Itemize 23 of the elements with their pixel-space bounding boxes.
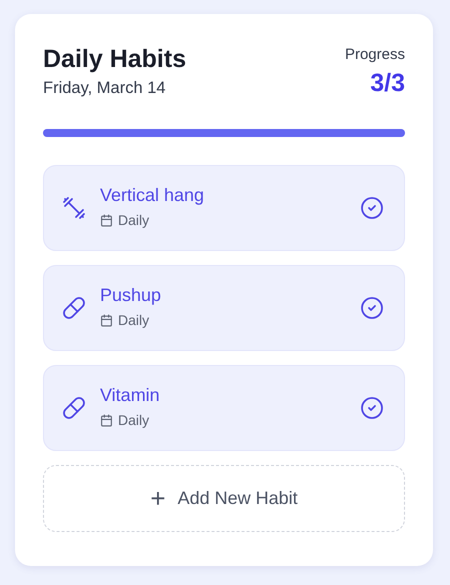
habit-frequency: Daily — [118, 210, 150, 230]
add-habit-button[interactable]: + Add New Habit — [43, 464, 405, 532]
habit-name: Vitamin — [100, 384, 161, 407]
habit-item[interactable]: Vitamin Daily — [43, 364, 405, 451]
habit-name: Pushup — [100, 284, 162, 307]
habit-name: Vertical hang — [100, 184, 206, 207]
calendar-icon — [100, 414, 113, 427]
habit-item[interactable]: Pushup Daily — [43, 264, 405, 351]
habit-frequency: Daily — [118, 410, 150, 430]
progress-label: Progress — [344, 45, 405, 65]
habit-frequency: Daily — [118, 310, 150, 330]
pill-icon — [62, 296, 86, 320]
progress-count: 3/3 — [369, 68, 405, 98]
checked-circle-icon[interactable] — [360, 396, 384, 420]
checked-circle-icon[interactable] — [360, 296, 384, 320]
dumbbell-icon — [62, 196, 86, 220]
title: Daily Habits — [43, 44, 186, 74]
date: Friday, March 14 — [43, 78, 167, 99]
calendar-icon — [100, 214, 113, 227]
habit-item[interactable]: Vertical hang Daily — [43, 164, 405, 251]
calendar-icon — [100, 314, 113, 327]
pill-icon — [62, 396, 86, 420]
checked-circle-icon[interactable] — [360, 196, 384, 220]
